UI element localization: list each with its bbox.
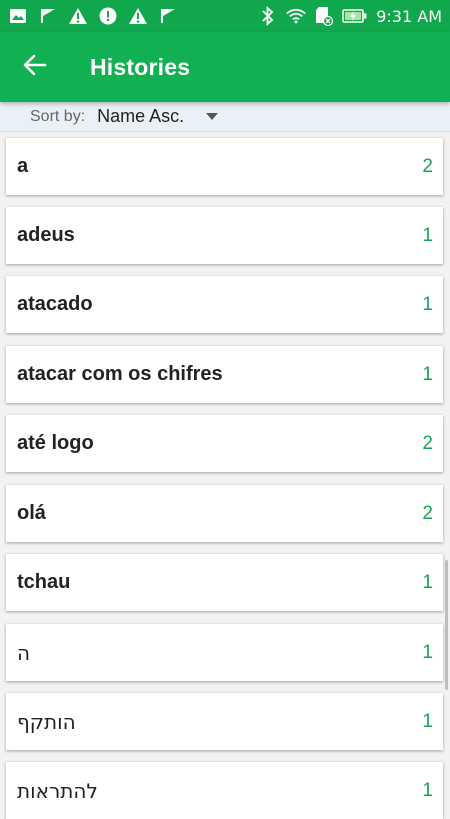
history-item[interactable]: olá 2	[6, 485, 443, 542]
check-flag-icon	[38, 6, 58, 26]
clock-time: 9:31 AM	[376, 6, 442, 26]
history-count: 1	[422, 641, 433, 663]
history-item[interactable]: adeus 1	[6, 207, 443, 264]
history-count: 2	[422, 432, 433, 454]
history-word: a	[17, 155, 29, 177]
gallery-icon	[8, 6, 28, 26]
history-count: 2	[422, 502, 433, 524]
history-item[interactable]: ה 1	[6, 624, 443, 681]
alert-circle-icon	[98, 6, 118, 26]
check-flag-icon	[158, 6, 178, 26]
sort-dropdown[interactable]: Name Asc.	[97, 106, 219, 127]
history-word: להתראות	[17, 778, 98, 803]
page-title: Histories	[90, 53, 191, 80]
system-icons: 9:31 AM	[258, 6, 442, 26]
history-word: ה	[17, 640, 31, 665]
history-word: atacado	[17, 293, 93, 315]
arrow-left-icon	[23, 54, 47, 81]
status-bar: 9:31 AM	[0, 0, 450, 32]
history-item[interactable]: atacado 1	[6, 276, 443, 333]
warning-icon	[68, 6, 88, 26]
history-item[interactable]: להתראות 1	[6, 762, 443, 819]
history-word: adeus	[17, 224, 75, 246]
history-item[interactable]: atacar com os chifres 1	[6, 346, 443, 403]
history-item[interactable]: até logo 2	[6, 415, 443, 472]
sd-card-blocked-icon	[314, 6, 334, 26]
history-word: atacar com os chifres	[17, 363, 223, 385]
history-count: 1	[422, 363, 433, 385]
history-count: 1	[422, 779, 433, 801]
history-count: 1	[422, 571, 433, 593]
history-item[interactable]: tchau 1	[6, 554, 443, 611]
caret-down-icon	[206, 113, 219, 120]
sort-bar: Sort by: Name Asc.	[0, 102, 450, 132]
sort-value: Name Asc.	[97, 106, 185, 126]
bluetooth-icon	[258, 6, 278, 26]
history-item[interactable]: a 2	[6, 138, 443, 195]
history-count: 1	[422, 710, 433, 732]
history-word: até logo	[17, 432, 94, 454]
battery-charging-icon	[342, 6, 368, 26]
warning-icon	[128, 6, 148, 26]
wifi-icon	[286, 6, 306, 26]
history-count: 1	[422, 293, 433, 315]
history-count: 2	[422, 155, 433, 177]
notification-icons	[8, 6, 178, 26]
app-bar: Histories	[0, 32, 450, 102]
sort-label: Sort by:	[30, 107, 86, 125]
history-item[interactable]: הותקף 1	[6, 693, 443, 750]
back-button[interactable]	[0, 32, 70, 102]
history-word: olá	[17, 502, 46, 524]
history-word: tchau	[17, 571, 71, 593]
scrollbar-thumb[interactable]	[445, 560, 448, 690]
history-count: 1	[422, 224, 433, 246]
history-word: הותקף	[17, 709, 76, 734]
